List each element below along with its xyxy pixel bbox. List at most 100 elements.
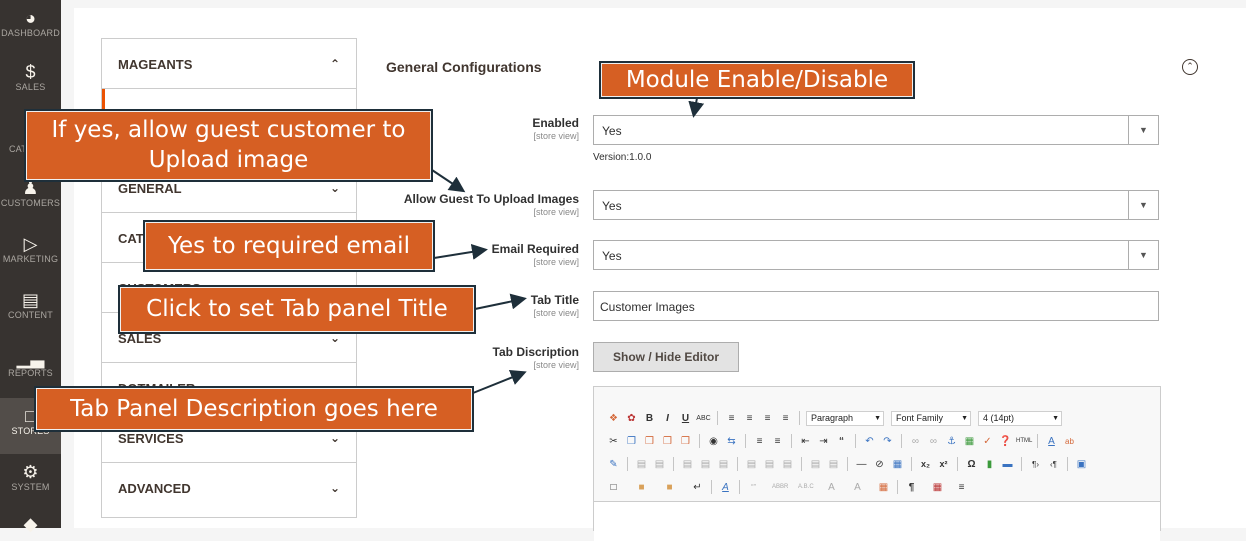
link-icon[interactable]: ∞ [908,434,923,449]
guest-upload-select[interactable]: Yes ▼ [593,190,1159,220]
insert-layer-icon[interactable]: ■ [634,480,649,495]
editor-textarea[interactable] [594,501,1160,541]
editor-toolbar-row-4: □ ■ ■ ↵ A “” ABBR A.B.C A A ▦ ¶ ▦ ≡ [606,477,969,497]
move-layer-icon[interactable]: ■ [662,480,677,495]
layout-icon: ▤ [21,290,39,310]
outdent-icon[interactable]: ⇤ [798,434,813,449]
nav-item-more[interactable]: ◆ [0,514,61,534]
visual-aid-icon[interactable]: □ [606,480,621,495]
html-icon[interactable]: HTML [1016,434,1032,449]
media-icon[interactable]: ▮ [982,457,997,472]
pagebreak-icon[interactable]: ▦ [930,480,945,495]
delete-col-icon[interactable]: ▤ [780,457,795,472]
split-cells-icon[interactable]: ▤ [808,457,823,472]
font-size-select[interactable]: 4 (14pt) ▼ [978,410,1062,426]
unlink-icon[interactable]: ∞ [926,434,941,449]
special-char-icon[interactable]: Ω [964,457,979,472]
copy-icon[interactable]: ❐ [624,434,639,449]
show-hide-editor-button[interactable]: Show / Hide Editor [593,342,739,372]
paste-icon[interactable]: ❒ [642,434,657,449]
indent-icon[interactable]: ⇥ [816,434,831,449]
nav-item-sales[interactable]: $ SALES [0,62,61,102]
cut-icon[interactable]: ✂ [606,434,621,449]
collapse-icon[interactable]: ⌃ [1182,59,1198,75]
ltr-icon[interactable]: ¶› [1028,457,1043,472]
annotation-tab-description: Tab Panel Description goes here [34,386,474,432]
cite-icon[interactable]: “” [746,480,761,495]
admin-nav: ◕ DASHBOARD $ SALES ■ CATALOG ♟ CUSTOMER… [0,0,61,534]
replace-icon[interactable]: ⇆ [724,434,739,449]
widget-icon[interactable]: ❖ [606,411,621,426]
dashboard-icon: ◕ [25,8,36,28]
row-before-icon[interactable]: ▤ [680,457,695,472]
find-icon[interactable]: ◉ [706,434,721,449]
align-right-icon[interactable]: ≡ [760,411,775,426]
nav-item-system[interactable]: ⚙ SYSTEM [0,462,61,502]
sidebar-section-mageants[interactable]: MAGEANTS ⌃ [102,39,356,89]
delete-row-icon[interactable]: ▤ [716,457,731,472]
bullet-list-icon[interactable]: ≡ [752,434,767,449]
fullscreen-icon[interactable]: ▣ [1074,457,1089,472]
chevron-down-icon: ⌄ [329,481,340,495]
edit-css-icon[interactable]: ✎ [606,457,621,472]
table-icon[interactable]: ▦ [890,457,905,472]
highlight-icon[interactable]: ab [1062,434,1077,449]
del-icon[interactable]: A [824,480,839,495]
paste-text-icon[interactable]: ❒ [660,434,675,449]
partners-icon: ◆ [23,514,38,534]
merge-cells-icon[interactable]: ▤ [826,457,841,472]
bold-icon[interactable]: B [642,411,657,426]
table-row-icon[interactable]: ▤ [634,457,649,472]
nonbreaking-icon[interactable]: ≡ [954,480,969,495]
row-after-icon[interactable]: ▤ [698,457,713,472]
ins-icon[interactable]: A [850,480,865,495]
email-required-select[interactable]: Yes ▼ [593,240,1159,270]
nav-item-reports[interactable]: ▁▃ REPORTS [0,348,61,388]
paste-word-icon[interactable]: ❒ [678,434,693,449]
paragraph-select[interactable]: Paragraph ▼ [806,410,884,426]
underline-icon[interactable]: U [678,411,693,426]
acronym-icon[interactable]: A.B.C [798,480,814,495]
abbr-icon[interactable]: ABBR [772,480,788,495]
col-after-icon[interactable]: ▤ [762,457,777,472]
subscript-icon[interactable]: x₂ [918,457,933,472]
attribs-icon[interactable]: ▦ [876,480,891,495]
annotation-module-enable: Module Enable/Disable [599,61,915,99]
remove-format-icon[interactable]: ⊘ [872,457,887,472]
col-before-icon[interactable]: ▤ [744,457,759,472]
undo-icon[interactable]: ↶ [862,434,877,449]
tab-title-input[interactable]: Customer Images [593,291,1159,321]
align-left-icon[interactable]: ≡ [724,411,739,426]
styles-icon[interactable]: A [718,480,733,495]
align-justify-icon[interactable]: ≡ [778,411,793,426]
numbered-list-icon[interactable]: ≡ [770,434,785,449]
annotation-guest-upload: If yes, allow guest customer to Upload i… [24,109,433,182]
nav-item-marketing[interactable]: ▷ MARKETING [0,234,61,274]
redo-icon[interactable]: ↷ [880,434,895,449]
cleanup-icon[interactable]: ✓ [980,434,995,449]
horizontal-rule-icon[interactable]: — [854,457,869,472]
align-center-icon[interactable]: ≡ [742,411,757,426]
image-icon[interactable]: ✿ [624,411,639,426]
editor-toolbar-row-2: ✂ ❐ ❒ ❒ ❒ ◉ ⇆ ≡ ≡ ⇤ ⇥ “ ↶ ↷ ∞ ∞ ⚓ ▦ ✓ ❓ … [606,431,1077,451]
rule-icon[interactable]: ▬ [1000,457,1015,472]
table-cell-icon[interactable]: ▤ [652,457,667,472]
strikethrough-icon[interactable]: ABC [696,411,711,426]
insert-image-icon[interactable]: ▦ [962,434,977,449]
absolute-icon[interactable]: ↵ [690,480,705,495]
nav-item-dashboard[interactable]: ◕ DASHBOARD [0,8,61,42]
text-color-icon[interactable]: A [1044,434,1059,449]
section-title[interactable]: General Configurations [386,59,542,75]
rtl-icon[interactable]: ‹¶ [1046,457,1061,472]
superscript-icon[interactable]: x² [936,457,951,472]
anchor-icon[interactable]: ⚓ [944,434,959,449]
italic-icon[interactable]: I [660,411,675,426]
paragraph-mark-icon[interactable]: ¶ [904,480,919,495]
font-family-select[interactable]: Font Family ▼ [891,410,971,426]
nav-item-content[interactable]: ▤ CONTENT [0,290,61,330]
blockquote-icon[interactable]: “ [834,434,849,449]
sidebar-section-advanced[interactable]: ADVANCED ⌄ [102,463,356,513]
nav-item-customers[interactable]: ♟ CUSTOMERS [0,178,61,218]
help-icon[interactable]: ❓ [998,434,1013,449]
enabled-select[interactable]: Yes ▼ [593,115,1159,145]
